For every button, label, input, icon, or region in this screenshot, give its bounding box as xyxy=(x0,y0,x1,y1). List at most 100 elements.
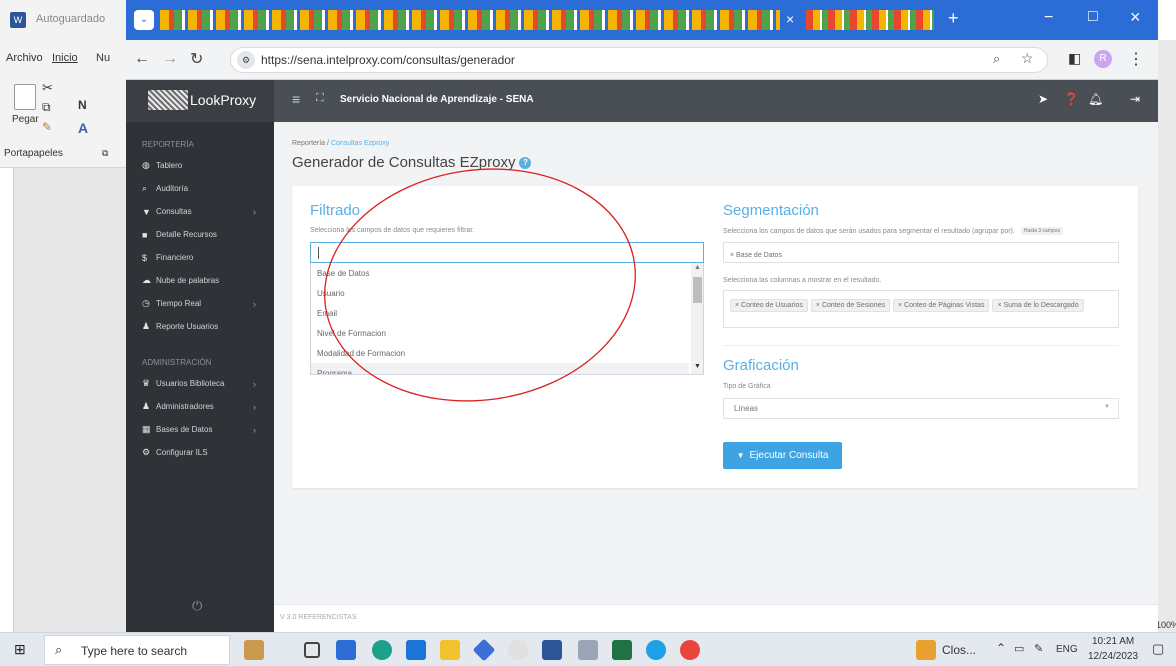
tray-chevron-icon[interactable]: ⌃ xyxy=(996,641,1006,655)
tab-archivo[interactable]: Archivo xyxy=(6,52,43,64)
paste-icon[interactable] xyxy=(14,84,36,110)
pen-icon[interactable]: ✎ xyxy=(1034,642,1043,655)
paste-label[interactable]: Pegar xyxy=(12,114,39,125)
sidebar-section-reporteria: REPORTERÍA xyxy=(142,139,194,149)
main-content: Reportería / Consultas Ezproxy Generador… xyxy=(274,122,1158,632)
cut-icon[interactable]: ✂ xyxy=(42,80,53,96)
zoom-icon[interactable]: ⌕ xyxy=(993,51,1000,67)
clipboard-expand-icon[interactable]: ⧉ xyxy=(102,148,108,159)
taskbar-search-placeholder[interactable]: Type here to search xyxy=(81,644,187,658)
task-view-icon[interactable] xyxy=(304,642,320,658)
taskbar-search-box[interactable]: ⌕ Type here to search xyxy=(44,635,230,665)
browser-toolbar: ← → ↻ ⚙ https://sena.intelproxy.com/cons… xyxy=(126,40,1158,80)
sidebar-item-reporte-usuarios[interactable]: ♟ Reporte Usuarios xyxy=(126,315,274,338)
logout-icon[interactable]: ⇥ xyxy=(1130,92,1140,106)
sidebar-item-consultas[interactable]: ▼ Consultas › xyxy=(126,200,274,223)
sidebar-item-label: Reporte Usuarios xyxy=(156,322,219,331)
send-icon[interactable]: ➤ xyxy=(1038,92,1048,106)
running-app-icon[interactable] xyxy=(916,640,936,660)
sidebar-item-usuarios-biblioteca[interactable]: ♛ Usuarios Biblioteca › xyxy=(126,372,274,395)
pinned-tabs-strip[interactable] xyxy=(160,10,780,30)
app-logo[interactable]: LookProxy xyxy=(126,80,274,122)
skype-icon[interactable] xyxy=(646,640,666,660)
bookmark-star-icon[interactable]: ☆ xyxy=(1021,50,1034,67)
sidebar-item-tablero[interactable]: ◍ Tablero xyxy=(126,154,274,177)
language-indicator[interactable]: ENG xyxy=(1056,644,1078,655)
hamburger-menu-icon[interactable]: ≡ xyxy=(292,91,300,107)
mail-icon[interactable] xyxy=(406,640,426,660)
sidebar-list-reporteria: ◍ Tablero ⌕ Auditoría ▼ Consultas › ■ Detalle Re… xyxy=(126,154,274,338)
minimize-button[interactable]: − xyxy=(1044,9,1053,27)
tab-inicio[interactable]: Inicio xyxy=(52,52,78,64)
sidebar-item-administradores[interactable]: ♟ Administradores › xyxy=(126,395,274,418)
excel-taskbar-icon[interactable] xyxy=(612,640,632,660)
profile-avatar[interactable]: R xyxy=(1094,50,1112,68)
chevron-right-icon: › xyxy=(253,401,256,412)
url-text[interactable]: https://sena.intelproxy.com/consultas/ge… xyxy=(261,53,515,67)
bold-button[interactable]: N xyxy=(78,98,87,112)
close-window-button[interactable]: × xyxy=(1130,7,1141,28)
notifications-bell-icon[interactable]: 🔔︎ xyxy=(1088,92,1103,106)
user-icon: ♟ xyxy=(142,321,151,331)
address-bar[interactable]: ⚙ https://sena.intelproxy.com/consultas/… xyxy=(230,47,1048,73)
sidebar-item-detalle-recursos[interactable]: ■ Detalle Recursos xyxy=(126,223,274,246)
network-icon[interactable]: ▭ xyxy=(1014,642,1024,655)
reload-icon[interactable]: ↻ xyxy=(190,49,203,69)
more-pinned-tabs-strip[interactable] xyxy=(806,10,934,30)
fullscreen-icon[interactable]: ⛶ xyxy=(316,92,324,105)
maximize-button[interactable]: □ xyxy=(1088,8,1098,26)
forward-icon[interactable]: → xyxy=(162,50,178,68)
power-icon[interactable]: ⏻ xyxy=(192,598,202,614)
tab-nu[interactable]: Nu xyxy=(96,52,110,64)
help-icon[interactable]: ❓ xyxy=(1064,92,1079,106)
footer-bar: V 3.0 REFERENCISTAS xyxy=(274,604,1158,632)
sidebar-item-auditoría[interactable]: ⌕ Auditoría xyxy=(126,177,274,200)
active-tab-close-icon[interactable]: × xyxy=(786,11,794,27)
dashboard-icon: ◍ xyxy=(142,160,150,170)
logo-text: LookProxy xyxy=(190,92,257,108)
sidebar-item-financiero[interactable]: $ Financiero xyxy=(126,246,274,269)
browser-tabstrip: ⌄ × + − □ × xyxy=(126,0,1158,40)
clock-time[interactable]: 10:21 AM xyxy=(1092,636,1134,647)
sidebar-item-bases-de-datos[interactable]: ▦ Bases de Datos › xyxy=(126,418,274,441)
photos-icon[interactable] xyxy=(578,640,598,660)
sidebar-item-label: Detalle Recursos xyxy=(156,230,217,239)
sidebar-item-nube-de-palabras[interactable]: ☁ Nube de palabras xyxy=(126,269,274,292)
sidebar-item-label: Consultas xyxy=(156,207,192,216)
clock-date[interactable]: 12/24/2023 xyxy=(1088,651,1138,662)
chevron-right-icon: › xyxy=(253,378,256,389)
browser-menu-icon[interactable]: ⋮ xyxy=(1128,49,1144,69)
running-app-label[interactable]: Clos... xyxy=(942,643,976,657)
new-tab-button[interactable]: + xyxy=(948,8,959,29)
app-diamond-icon[interactable] xyxy=(472,638,496,662)
notification-center-icon[interactable]: ▢ xyxy=(1152,641,1164,657)
back-icon[interactable]: ← xyxy=(134,50,150,68)
format-painter-icon[interactable]: ✎ xyxy=(42,120,52,134)
logo-emblem-icon xyxy=(148,90,188,110)
word-right-pane: 100% xyxy=(1156,40,1176,632)
windows-start-icon[interactable]: ⊞ xyxy=(14,641,26,658)
sidebar-item-configurar-ils[interactable]: ⚙ Configurar ILS xyxy=(126,441,274,464)
users-icon: ♛ xyxy=(142,378,151,388)
sidebar-item-tiempo-real[interactable]: ◷ Tiempo Real › xyxy=(126,292,274,315)
tab-search-icon[interactable]: ⌄ xyxy=(134,10,154,30)
copy-icon[interactable]: ⧉ xyxy=(42,100,51,115)
chevron-right-icon: › xyxy=(253,298,256,309)
chrome-profile-icon[interactable] xyxy=(508,640,528,660)
file-explorer-icon[interactable] xyxy=(440,640,460,660)
zoom-percent[interactable]: 100% xyxy=(1156,620,1176,630)
font-color-icon[interactable]: A xyxy=(78,120,88,136)
word-app-icon: W xyxy=(10,12,26,28)
red-annotation-ellipse xyxy=(324,168,636,402)
cloud-icon: ☁ xyxy=(142,275,151,285)
widget-icon[interactable] xyxy=(244,640,264,660)
chrome-taskbar-icon[interactable] xyxy=(680,640,700,660)
site-info-icon[interactable]: ⚙ xyxy=(237,51,255,69)
word-taskbar-icon[interactable] xyxy=(542,640,562,660)
edge-icon[interactable] xyxy=(372,640,392,660)
autosave-label[interactable]: Autoguardado xyxy=(36,13,105,25)
store-icon[interactable] xyxy=(336,640,356,660)
sidebar-item-label: Usuarios Biblioteca xyxy=(156,379,225,388)
clock-icon: ◷ xyxy=(142,298,150,308)
side-panel-icon[interactable]: ◧ xyxy=(1068,50,1081,67)
